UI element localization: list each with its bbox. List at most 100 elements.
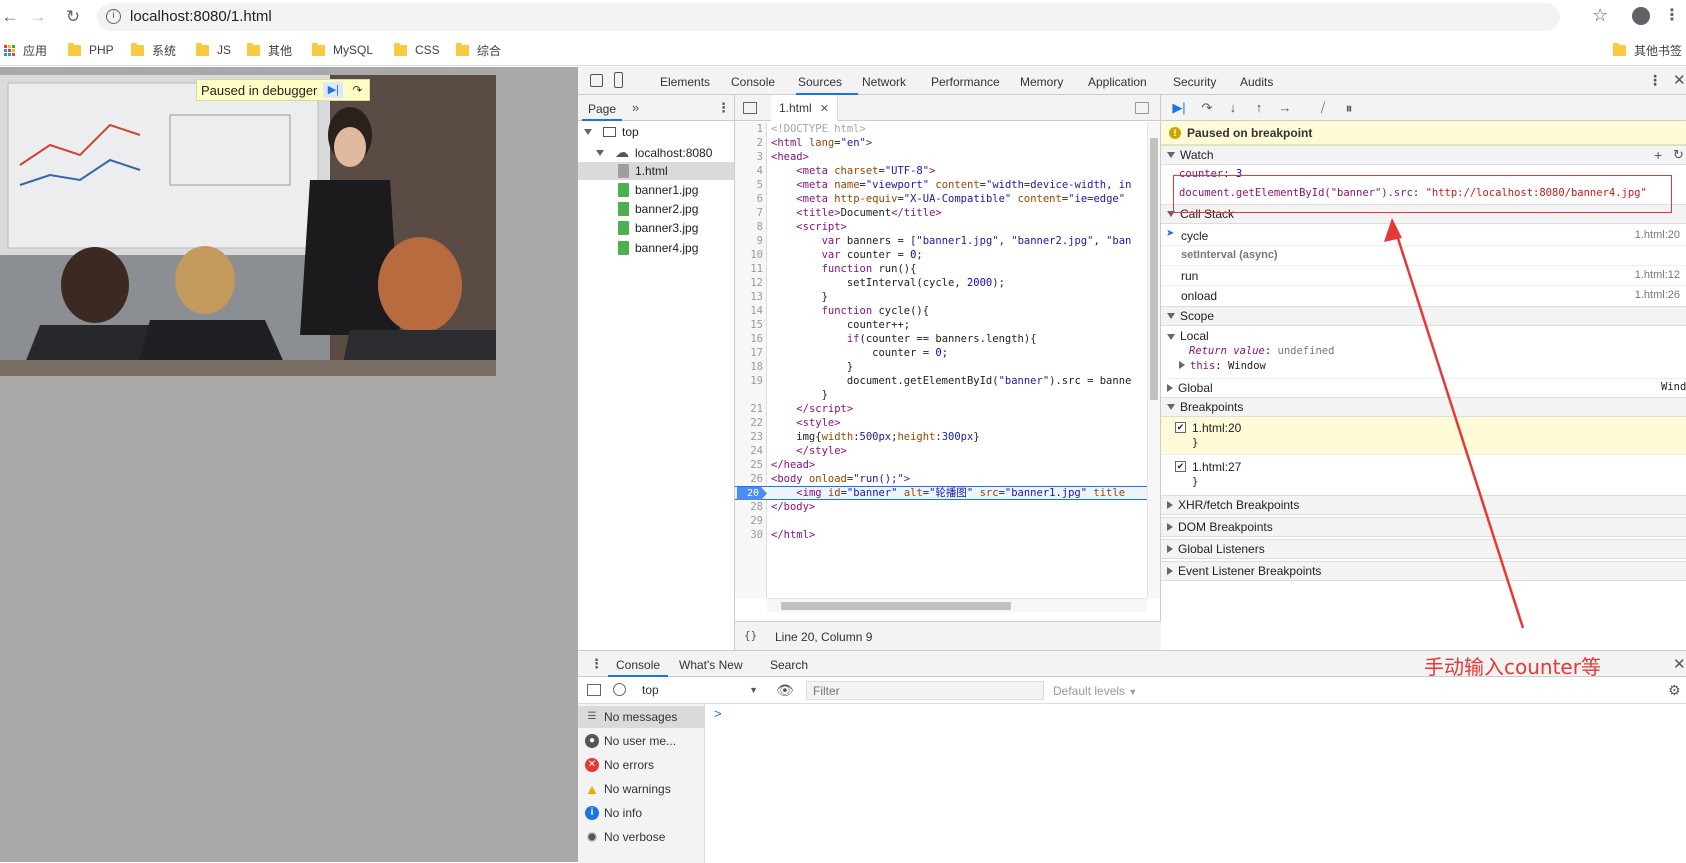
- tree-file-1html[interactable]: 1.html: [618, 164, 668, 178]
- line-number[interactable]: 19: [735, 374, 763, 388]
- code-line-current[interactable]: }: [771, 388, 1149, 402]
- code-line[interactable]: <script>: [771, 220, 1149, 234]
- device-toolbar-icon[interactable]: [614, 72, 623, 88]
- step-icon[interactable]: →: [1277, 101, 1293, 115]
- line-number[interactable]: 29: [735, 514, 763, 528]
- code-line[interactable]: var counter = 0;: [771, 248, 1149, 262]
- line-number[interactable]: 25: [735, 458, 763, 472]
- step-over-icon[interactable]: ↷: [1199, 101, 1215, 115]
- line-number[interactable]: 14: [735, 304, 763, 318]
- code-line[interactable]: document.getElementById("banner").src = …: [771, 374, 1149, 388]
- live-expression-eye-icon[interactable]: 👁: [776, 682, 794, 699]
- omnibox[interactable]: [97, 3, 1560, 31]
- code-line[interactable]: counter = 0;: [771, 346, 1149, 360]
- drawer-tab-console[interactable]: Console: [616, 658, 660, 672]
- tab-elements[interactable]: Elements: [660, 75, 710, 89]
- breakpoint-checkbox[interactable]: ✔: [1175, 461, 1186, 472]
- code-line[interactable]: </html>: [771, 528, 1149, 542]
- resume-icon[interactable]: ▶|: [1171, 101, 1187, 115]
- line-number[interactable]: 23: [735, 430, 763, 444]
- bookmark-star-icon[interactable]: ☆: [1592, 5, 1608, 26]
- line-number[interactable]: 17: [735, 346, 763, 360]
- line-number[interactable]: 30: [735, 528, 763, 542]
- tab-memory[interactable]: Memory: [1020, 75, 1063, 89]
- line-number[interactable]: 12: [735, 276, 763, 290]
- deactivate-breakpoints-icon[interactable]: ⧸: [1315, 101, 1331, 115]
- drawer-tab-whatsnew[interactable]: What's New: [679, 658, 743, 672]
- toggle-navigator-icon[interactable]: [743, 102, 757, 114]
- tree-file-banner1[interactable]: banner1.jpg: [618, 183, 698, 197]
- step-over-icon[interactable]: ↷: [347, 82, 367, 98]
- tab-network[interactable]: Network: [862, 75, 906, 89]
- tab-sources[interactable]: Sources: [798, 75, 842, 89]
- sidebar-user-messages[interactable]: ● No user me...: [578, 730, 705, 752]
- breakpoint-checkbox[interactable]: ✔: [1175, 422, 1186, 433]
- code-line[interactable]: <body onload="run();">: [771, 472, 1149, 486]
- toggle-debugger-icon[interactable]: [1135, 102, 1149, 114]
- step-out-icon[interactable]: ↑: [1251, 101, 1267, 115]
- profile-icon[interactable]: [1632, 7, 1650, 25]
- code-line[interactable]: <title>Document</title>: [771, 206, 1149, 220]
- horizontal-scrollbar[interactable]: [767, 598, 1147, 612]
- line-number[interactable]: 11: [735, 262, 763, 276]
- code-line[interactable]: </script>: [771, 402, 1149, 416]
- resume-icon[interactable]: ▶|: [323, 82, 344, 98]
- code-line[interactable]: </head>: [771, 458, 1149, 472]
- close-tab-icon[interactable]: ✕: [820, 102, 829, 115]
- bookmark-css[interactable]: CSS: [394, 42, 440, 58]
- tree-file-banner2[interactable]: banner2.jpg: [618, 202, 698, 216]
- inspect-element-icon[interactable]: [590, 74, 603, 87]
- toggle-console-sidebar-icon[interactable]: [587, 684, 601, 696]
- tree-top[interactable]: top: [584, 125, 639, 139]
- code-line[interactable]: </style>: [771, 444, 1149, 458]
- devtools-menu-icon[interactable]: ⋮: [1648, 72, 1662, 89]
- context-selector[interactable]: top ▼: [636, 681, 764, 699]
- line-number[interactable]: 26: [735, 472, 763, 486]
- add-watch-icon[interactable]: +: [1654, 147, 1662, 163]
- tab-page[interactable]: Page: [588, 102, 616, 116]
- line-number[interactable]: 2: [735, 136, 763, 150]
- code-line[interactable]: <!DOCTYPE html>: [771, 122, 1149, 136]
- line-number[interactable]: 9: [735, 234, 763, 248]
- pause-on-exceptions-icon[interactable]: ⏸: [1341, 101, 1357, 115]
- code-line[interactable]: <meta name="viewport" content="width=dev…: [771, 178, 1149, 192]
- line-number[interactable]: 24: [735, 444, 763, 458]
- code-line[interactable]: }: [771, 290, 1149, 304]
- line-number[interactable]: 3: [735, 150, 763, 164]
- line-number[interactable]: 13: [735, 290, 763, 304]
- line-number[interactable]: 21: [735, 402, 763, 416]
- line-number[interactable]: 7: [735, 206, 763, 220]
- sidebar-messages[interactable]: ☰ No messages: [578, 706, 705, 728]
- code-line[interactable]: <meta charset="UTF-8">: [771, 164, 1149, 178]
- back-icon[interactable]: ←: [0, 7, 20, 27]
- line-number[interactable]: 15: [735, 318, 763, 332]
- bookmark-other-bookmarks[interactable]: 其他书签: [1613, 42, 1682, 58]
- pretty-print-icon[interactable]: {}: [744, 629, 757, 642]
- vertical-scrollbar[interactable]: [1147, 122, 1160, 598]
- forward-icon[interactable]: →: [28, 7, 48, 27]
- tab-audits[interactable]: Audits: [1240, 75, 1273, 89]
- code-line[interactable]: <style>: [771, 416, 1149, 430]
- refresh-watch-icon[interactable]: ↻: [1673, 147, 1684, 163]
- site-info-icon[interactable]: i: [106, 9, 121, 24]
- code-line[interactable]: </body>: [771, 500, 1149, 514]
- tab-application[interactable]: Application: [1088, 75, 1147, 89]
- line-number[interactable]: 22: [735, 416, 763, 430]
- close-drawer-icon[interactable]: ✕: [1673, 655, 1686, 673]
- bookmark-misc[interactable]: 综合: [456, 42, 501, 58]
- navigator-menu-icon[interactable]: ⋮: [717, 100, 730, 116]
- tree-file-banner3[interactable]: banner3.jpg: [618, 221, 698, 235]
- line-number[interactable]: 10: [735, 248, 763, 262]
- line-number[interactable]: 16: [735, 332, 763, 346]
- tree-file-banner4[interactable]: banner4.jpg: [618, 241, 698, 255]
- code-line[interactable]: function run(){: [771, 262, 1149, 276]
- scrollbar-thumb[interactable]: [781, 602, 1011, 610]
- menu-icon[interactable]: ⋮: [1664, 5, 1680, 25]
- watch-header[interactable]: Watch + ↻: [1161, 145, 1686, 165]
- url-text[interactable]: localhost:8080/1.html: [130, 8, 272, 25]
- tab-security[interactable]: Security: [1173, 75, 1216, 89]
- file-tab-1html[interactable]: 1.html ✕: [771, 95, 838, 121]
- console-filter-input[interactable]: [806, 681, 1044, 700]
- reload-icon[interactable]: ↻: [63, 7, 83, 27]
- scrollbar-thumb[interactable]: [1150, 138, 1158, 400]
